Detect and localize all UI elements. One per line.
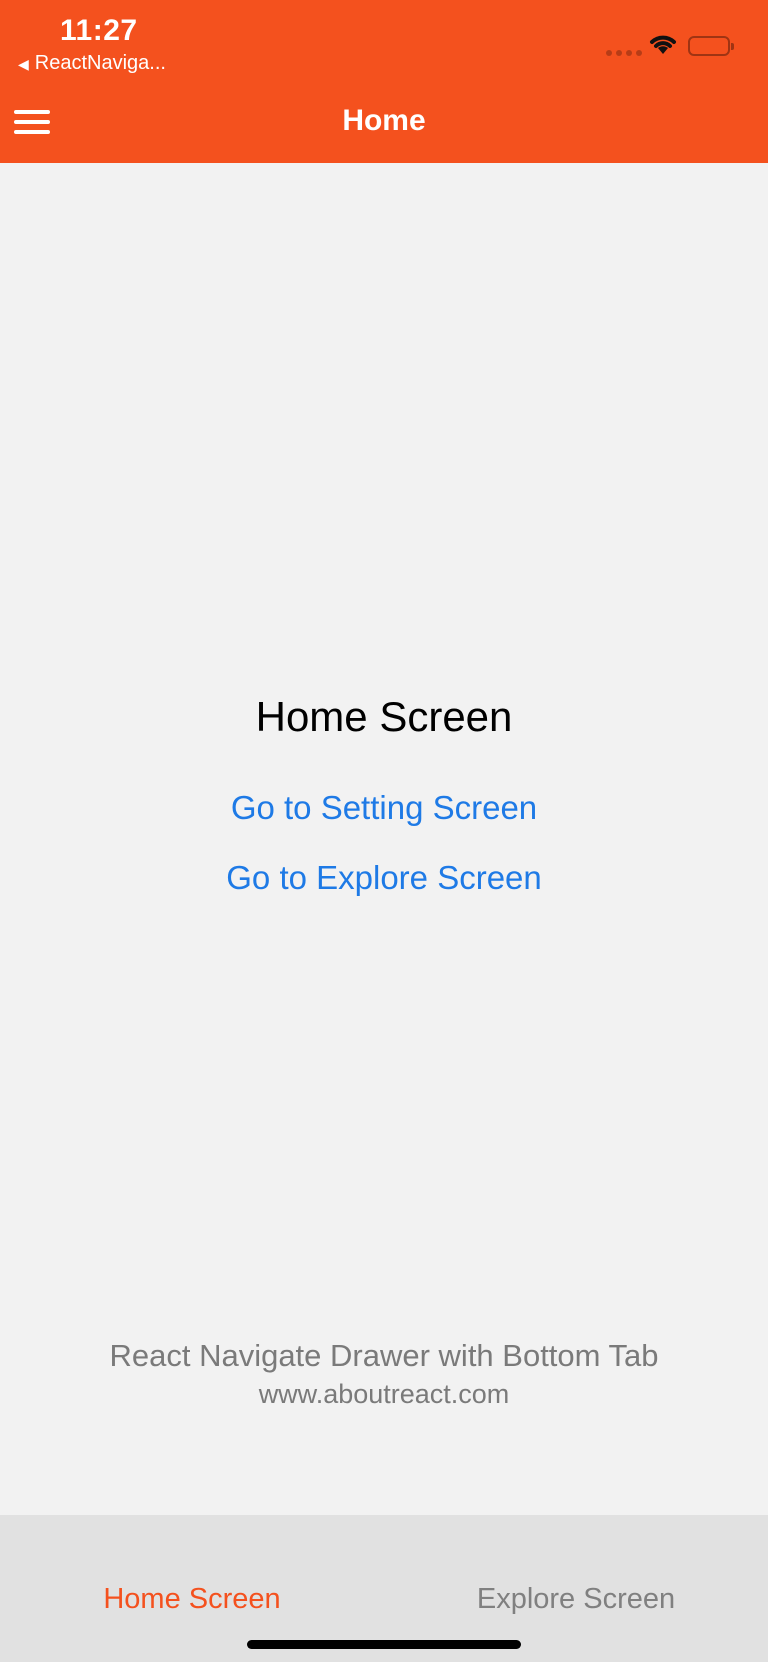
footer-title: React Navigate Drawer with Bottom Tab: [109, 1338, 659, 1373]
go-to-setting-link[interactable]: Go to Setting Screen: [0, 789, 768, 827]
cellular-signal-icon: [606, 50, 642, 56]
back-app-label: ReactNaviga...: [34, 52, 166, 74]
footer-url: www.aboutreact.com: [258, 1379, 510, 1409]
status-time: 11:27: [60, 14, 138, 47]
battery-icon: [688, 36, 734, 56]
app-header: 11:27 ◀ ReactNaviga... Home: [0, 0, 768, 163]
tab-explore-screen[interactable]: Explore Screen: [384, 1583, 768, 1616]
home-screen-content: Home Screen Go to Setting Screen Go to E…: [0, 163, 768, 1515]
home-indicator[interactable]: [247, 1640, 521, 1649]
go-to-explore-link[interactable]: Go to Explore Screen: [0, 859, 768, 897]
back-triangle-icon: ◀: [18, 55, 29, 72]
wifi-icon: [650, 35, 676, 54]
screen-title: Home Screen: [255, 693, 513, 740]
header-title: Home: [342, 104, 426, 137]
tab-home-screen[interactable]: Home Screen: [0, 1583, 384, 1616]
back-to-app-link[interactable]: ◀ ReactNaviga...: [18, 52, 166, 75]
